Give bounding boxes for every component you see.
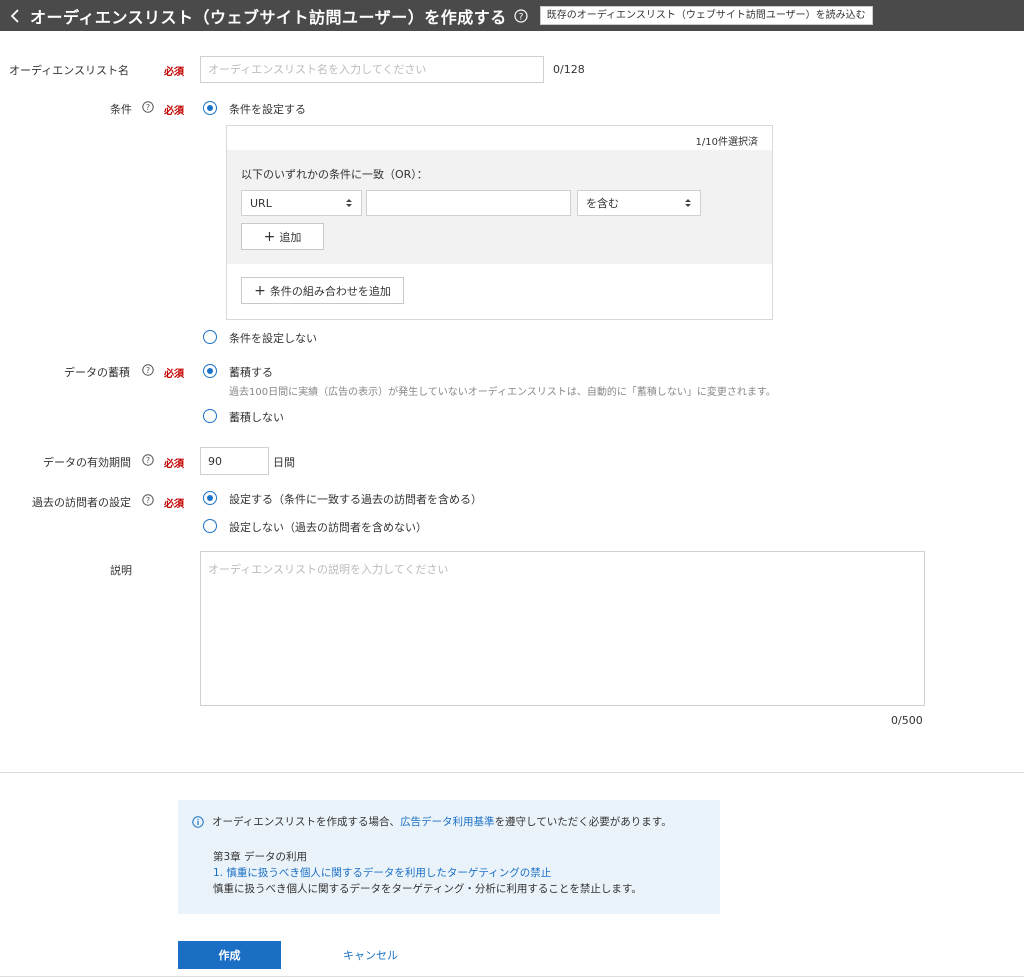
accumulation-label: データの蓄積	[64, 366, 130, 379]
validity-label: データの有効期間	[43, 456, 131, 469]
validity-days-input[interactable]	[200, 447, 269, 475]
past-visitors-on-label: 設定する（条件に一致する過去の訪問者を含める）	[229, 493, 482, 506]
section-divider	[0, 772, 1024, 773]
plus-icon: +	[263, 228, 276, 245]
ad-data-policy-link[interactable]: 広告データ利用基準	[400, 814, 495, 829]
notice-text-after: を遵守していただく必要があります。	[494, 816, 672, 828]
condition-group-title: 以下のいずれかの条件に一致（OR）：	[241, 168, 428, 181]
help-icon[interactable]: ?	[142, 494, 154, 506]
name-field-label: オーディエンスリスト名	[9, 64, 130, 77]
add-combination-label: 条件の組み合わせを追加	[269, 284, 391, 298]
help-icon[interactable]: ?	[142, 454, 154, 466]
required-badge: 必須	[164, 499, 184, 510]
name-counter: 0/128	[553, 63, 585, 76]
past-visitors-off-label: 設定しない（過去の訪問者を含めない）	[229, 521, 427, 534]
validity-unit: 日間	[273, 456, 295, 469]
required-badge: 必須	[164, 106, 184, 117]
page-title: オーディエンスリスト（ウェブサイト訪問ユーザー）を作成する	[30, 7, 507, 27]
condition-field-value: URL	[250, 196, 272, 210]
notice-rule-text: 慎重に扱うべき個人に関するデータをターゲティング・分析に利用することを禁止します…	[213, 883, 642, 895]
svg-text:?: ?	[146, 366, 150, 375]
required-badge: 必須	[164, 369, 184, 380]
past-visitors-on-radio[interactable]	[203, 491, 217, 505]
help-icon[interactable]: ?	[142, 364, 154, 376]
condition-group: 以下のいずれかの条件に一致（OR）： URL を含む + 追加	[227, 150, 772, 264]
condition-value-input[interactable]	[366, 190, 571, 216]
back-button[interactable]	[0, 0, 30, 31]
add-condition-button[interactable]: + 追加	[241, 223, 324, 250]
condition-operator-select[interactable]: を含む	[577, 190, 701, 216]
condition-operator-value: を含む	[586, 197, 619, 210]
accumulate-on-label: 蓄積する	[229, 366, 273, 379]
add-condition-label: 追加	[279, 230, 302, 244]
notice-text-before: オーディエンスリストを作成する場合、	[212, 816, 401, 828]
selected-count: 1/10件選択済	[695, 137, 758, 148]
conditions-box: 1/10件選択済 以下のいずれかの条件に一致（OR）： URL を含む + 追加…	[226, 125, 773, 320]
audience-list-name-input[interactable]	[200, 56, 544, 83]
conditions-none-radio[interactable]	[203, 330, 217, 344]
conditions-set-radio[interactable]	[203, 101, 217, 115]
select-arrows-icon	[685, 199, 691, 207]
notice-chapter: 第3章 データの利用	[213, 851, 308, 863]
create-button[interactable]: 作成	[178, 941, 281, 969]
load-existing-list-button[interactable]: 既存のオーディエンスリスト（ウェブサイト訪問ユーザー）を読み込む	[539, 6, 873, 25]
accumulation-note: 過去100日間に実績（広告の表示）が発生していないオーディエンスリストは、自動的…	[229, 387, 776, 398]
page-header: オーディエンスリスト（ウェブサイト訪問ユーザー）を作成する ? 既存のオーディエ…	[0, 0, 1024, 31]
plus-icon: +	[254, 282, 266, 299]
conditions-set-label: 条件を設定する	[229, 103, 306, 116]
description-label: 説明	[110, 564, 132, 577]
info-icon	[192, 815, 204, 828]
past-visitors-off-radio[interactable]	[203, 519, 217, 533]
required-badge: 必須	[164, 67, 184, 78]
past-visitors-label: 過去の訪問者の設定	[32, 496, 131, 509]
required-badge: 必須	[164, 459, 184, 470]
accumulate-off-label: 蓄積しない	[229, 411, 284, 424]
accumulate-off-radio[interactable]	[203, 409, 217, 423]
svg-text:?: ?	[146, 496, 150, 505]
add-combination-button[interactable]: + 条件の組み合わせを追加	[241, 277, 404, 304]
help-icon[interactable]: ?	[142, 101, 154, 113]
svg-text:?: ?	[146, 456, 150, 465]
condition-field-select[interactable]: URL	[241, 190, 362, 216]
chevron-left-icon	[10, 8, 19, 23]
conditions-none-label: 条件を設定しない	[229, 332, 317, 345]
svg-text:?: ?	[146, 103, 150, 112]
notice-rule-link[interactable]: 1. 慎重に扱うべき個人に関するデータを利用したターゲティングの禁止	[213, 865, 706, 881]
policy-notice: オーディエンスリストを作成する場合、 広告データ利用基準 を遵守していただく必要があ…	[178, 800, 720, 914]
description-counter: 0/500	[891, 714, 923, 727]
conditions-label: 条件	[110, 103, 132, 116]
cancel-link[interactable]: キャンセル	[343, 947, 398, 963]
accumulate-on-radio[interactable]	[203, 364, 217, 378]
select-arrows-icon	[346, 199, 352, 207]
description-textarea[interactable]	[200, 551, 925, 706]
help-icon[interactable]: ?	[514, 8, 528, 23]
svg-text:?: ?	[518, 12, 523, 22]
